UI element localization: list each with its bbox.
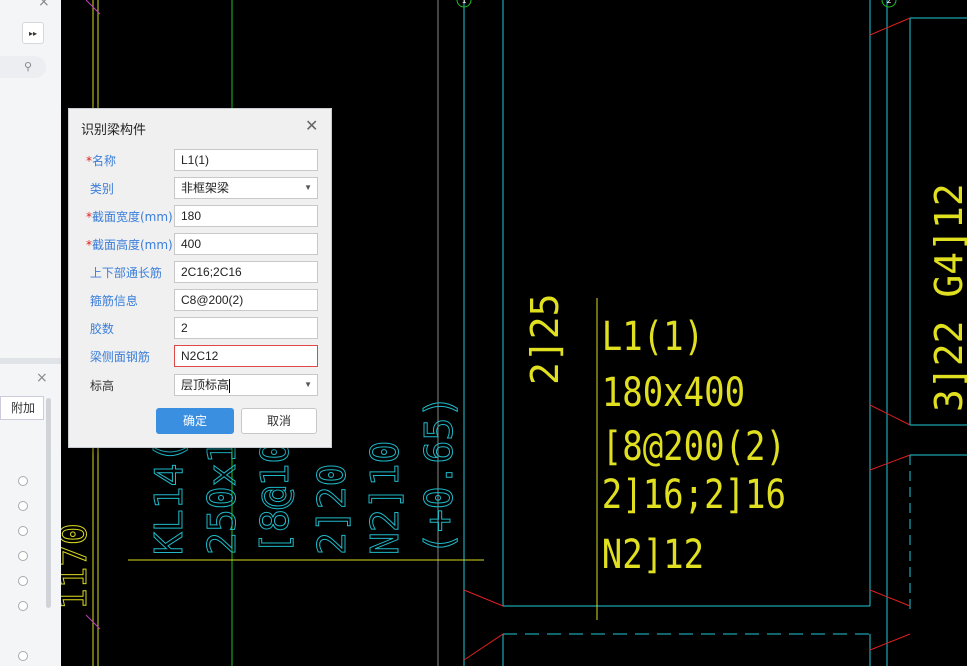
field-label: *截面宽度(mm): [86, 210, 173, 224]
ok-button[interactable]: 确定: [156, 408, 234, 434]
field-row-elevation: 标高 层顶标高 ▼: [69, 374, 331, 396]
field-row-legs: 胶数 2: [69, 317, 331, 339]
axis-label-1: 1: [462, 0, 467, 5]
left-panel: × ▸▸ ⚲ × 附加: [0, 0, 61, 666]
axis-label-2: 2: [887, 0, 892, 5]
search-icon[interactable]: ⚲: [24, 60, 32, 73]
field-row-longitudinal: 上下部通长筋 2C16;2C16: [69, 261, 331, 283]
side-rebar-input[interactable]: N2C12: [174, 345, 318, 367]
field-label: 胶数: [89, 322, 114, 336]
field-label: *名称: [86, 154, 117, 168]
scrollbar[interactable]: [46, 398, 51, 608]
vertical-column-text: 3]22 G4]12: [927, 183, 967, 412]
kl-annotation-elev: (+0.65): [417, 395, 461, 555]
radio-button[interactable]: [18, 551, 28, 561]
field-label: 上下部通长筋: [89, 266, 162, 280]
panel-close-icon[interactable]: ×: [38, 0, 50, 10]
field-label: *截面高度(mm): [86, 238, 173, 252]
dialog-title: 识别梁构件: [81, 123, 147, 138]
field-label: 类别: [89, 182, 114, 196]
radio-button[interactable]: [18, 476, 28, 486]
field-label: 梁侧面钢筋: [89, 350, 150, 364]
radio-button[interactable]: [18, 526, 28, 536]
beam-annotation-size: 180x400: [602, 369, 745, 415]
beam-annotation-name: L1(1): [602, 313, 704, 359]
elevation-select[interactable]: 层顶标高 ▼: [174, 374, 318, 396]
category-select[interactable]: 非框架梁 ▼: [174, 177, 318, 199]
add-tab[interactable]: 附加: [0, 396, 44, 420]
field-row-side-rebar: 梁侧面钢筋 N2C12: [69, 345, 331, 367]
beam-annotation-rebar: 2]16;2]16: [602, 471, 786, 517]
panel2-close-icon[interactable]: ×: [36, 370, 48, 386]
vertical-rebar-text: 2]25: [523, 293, 567, 385]
field-row-width: *截面宽度(mm) 180: [69, 205, 331, 227]
cancel-button[interactable]: 取消: [241, 408, 317, 434]
beam-annotation-stirrup: [8@200(2): [602, 423, 786, 469]
beam-annotation-side: N2]12: [602, 531, 704, 577]
kl-annotation-side: N2]10: [363, 441, 407, 555]
dimension-text: 1170: [61, 523, 95, 610]
close-icon[interactable]: ✕: [305, 116, 318, 135]
radio-button[interactable]: [18, 576, 28, 586]
stirrup-input[interactable]: C8@200(2): [174, 289, 318, 311]
text-cursor: [229, 378, 231, 393]
height-input[interactable]: 400: [174, 233, 318, 255]
recognize-beam-dialog: 识别梁构件 ✕ *名称 L1(1) 类别 非框架梁 ▼ *截面宽度(mm) 180…: [68, 108, 332, 448]
radio-button[interactable]: [18, 601, 28, 611]
legs-input[interactable]: 2: [174, 317, 318, 339]
expand-button[interactable]: ▸▸: [22, 22, 44, 44]
search-box[interactable]: ⚲: [0, 56, 46, 78]
field-row-name: *名称 L1(1): [69, 149, 331, 171]
kl-annotation-size: 250x1: [200, 441, 244, 555]
dropdown-arrow-icon[interactable]: ▼: [304, 178, 312, 198]
radio-button[interactable]: [18, 651, 28, 661]
width-input[interactable]: 180: [174, 205, 318, 227]
name-input[interactable]: L1(1): [174, 149, 318, 171]
field-row-height: *截面高度(mm) 400: [69, 233, 331, 255]
field-label: 标高: [90, 379, 115, 393]
field-row-stirrup: 箍筋信息 C8@200(2): [69, 289, 331, 311]
longitudinal-rebar-input[interactable]: 2C16;2C16: [174, 261, 318, 283]
panel-divider[interactable]: [0, 358, 61, 364]
field-label: 箍筋信息: [89, 294, 138, 308]
dropdown-arrow-icon[interactable]: ▼: [304, 375, 312, 395]
field-row-category: 类别 非框架梁 ▼: [69, 177, 331, 199]
radio-button[interactable]: [18, 501, 28, 511]
kl-annotation-rebar: 2]20: [310, 463, 354, 555]
